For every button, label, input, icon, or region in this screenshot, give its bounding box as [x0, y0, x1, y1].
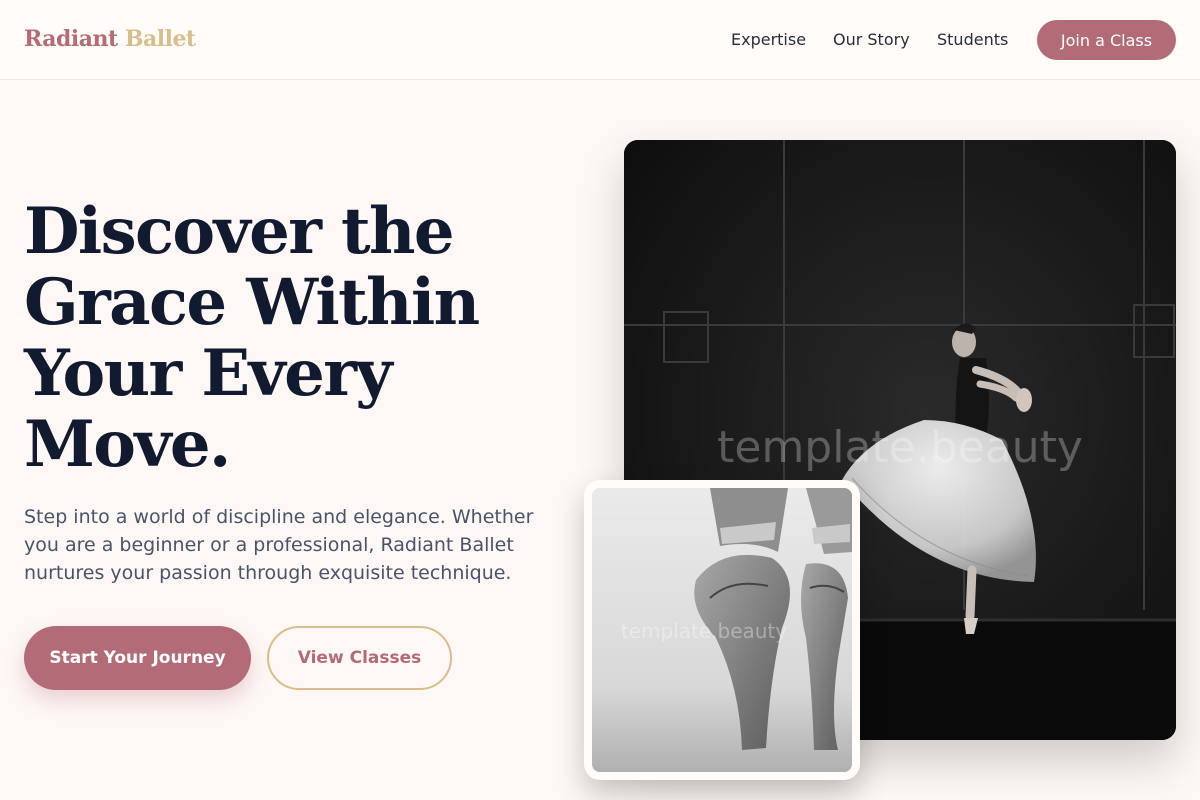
nav-link-students[interactable]: Students [937, 30, 1008, 49]
join-class-button[interactable]: Join a Class [1037, 20, 1176, 60]
headline-line: Grace Within [24, 265, 480, 340]
headline-line: Move. [24, 407, 231, 482]
hero-headline: Discover the Grace Within Your Every Mov… [24, 196, 584, 480]
view-classes-button[interactable]: View Classes [267, 626, 452, 690]
pointe-shoes-photo: template.beauty [592, 488, 852, 772]
brand-name-second: Ballet [124, 26, 196, 52]
pointe-shoes-card: template.beauty [584, 480, 860, 780]
site-header: Radiant Ballet Expertise Our Story Stude… [0, 0, 1200, 80]
main-watermark: template.beauty [717, 422, 1083, 473]
nav-link-our-story[interactable]: Our Story [833, 30, 910, 49]
nav-link-expertise[interactable]: Expertise [731, 30, 806, 49]
inset-watermark: template.beauty [621, 619, 787, 643]
headline-line: Discover the [24, 194, 455, 269]
hero-description: Step into a world of discipline and eleg… [24, 506, 534, 584]
start-journey-button[interactable]: Start Your Journey [24, 626, 251, 690]
pointe-shoes-illustration: template.beauty [592, 488, 852, 772]
headline-line: Your Every [24, 336, 393, 411]
brand-name-first: Radiant [24, 26, 118, 52]
brand-logo[interactable]: Radiant Ballet [24, 26, 196, 52]
